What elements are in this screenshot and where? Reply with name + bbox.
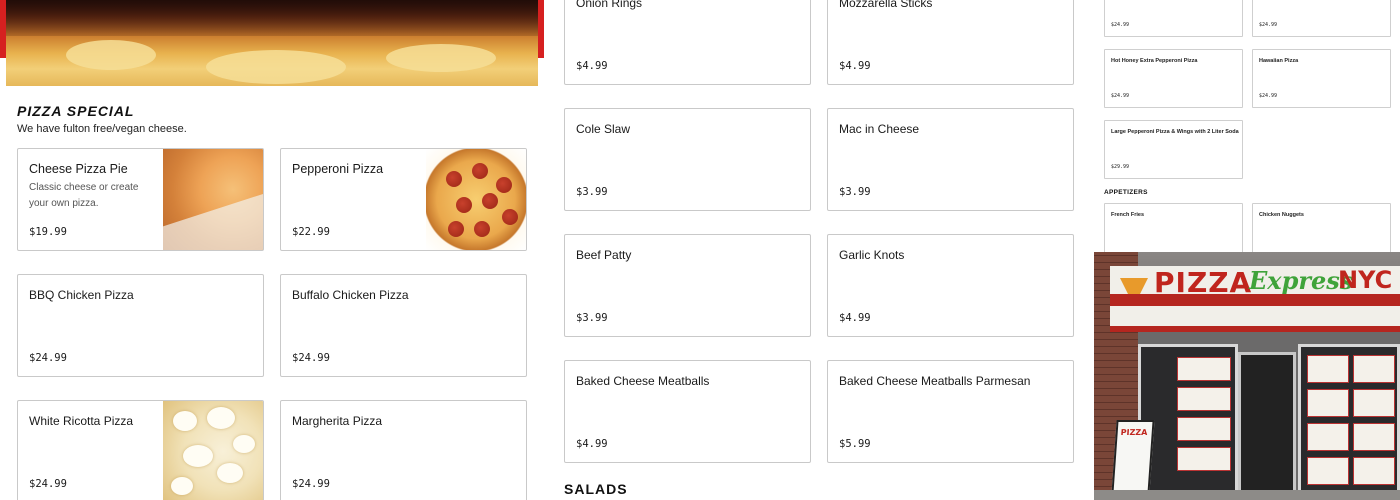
item-name: Onion Rings (576, 0, 643, 10)
item-price: $4.99 (576, 438, 608, 450)
item-name: Large Pepperoni Pizza & Wings with 2 Lit… (1111, 129, 1239, 135)
item-price: $3.99 (576, 312, 608, 324)
right-window (1298, 344, 1400, 500)
pepperoni-pizza-photo (426, 149, 526, 250)
item-price: $24.99 (1111, 22, 1130, 28)
item-name: Cheese Pizza Pie (29, 162, 128, 176)
sidewalk-sign: PIZZA (1111, 420, 1155, 494)
item-price: $4.99 (576, 60, 608, 72)
item-price: $24.99 (1259, 93, 1278, 99)
item-price: $3.99 (839, 186, 871, 198)
cheese-pizza-photo (163, 149, 263, 250)
menu-item-baked-cheese-meatballs-parmesan[interactable]: Baked Cheese Meatballs Parmesan $5.99 (827, 360, 1074, 463)
menu-item-margherita-pizza[interactable]: Margherita Pizza $24.99 (280, 400, 527, 500)
menu-item-cole-slaw[interactable]: Cole Slaw $3.99 (564, 108, 811, 211)
item-name: Buffalo Chicken Pizza (292, 288, 409, 302)
item-description: Classic cheese or create your own pizza. (29, 182, 139, 209)
small-item-hawaiian-pizza[interactable]: Hawaiian Pizza $24.99 (1252, 49, 1391, 108)
item-price: $3.99 (576, 186, 608, 198)
item-price: $22.99 (292, 226, 330, 238)
menu-item-buffalo-chicken-pizza[interactable]: Buffalo Chicken Pizza $24.99 (280, 274, 527, 377)
item-price: $24.99 (29, 352, 67, 364)
item-price: $4.99 (839, 312, 871, 324)
small-item-card[interactable]: $24.99 (1104, 0, 1243, 37)
hero-banner (0, 0, 544, 86)
white-pizza-photo (163, 401, 263, 500)
hero-pizza-image (6, 0, 538, 86)
item-name: Margherita Pizza (292, 414, 383, 428)
menu-item-white-ricotta-pizza[interactable]: White Ricotta Pizza $24.99 (17, 400, 264, 500)
item-name: Cole Slaw (576, 122, 631, 136)
sign-band (1110, 294, 1400, 306)
menu-item-bbq-chicken-pizza[interactable]: BBQ Chicken Pizza $24.99 (17, 274, 264, 377)
item-name: Chicken Nuggets (1259, 212, 1304, 218)
item-price: $5.99 (839, 438, 871, 450)
item-name: Hawaiian Pizza (1259, 58, 1299, 64)
section-title-appetizers: APPETIZERS (1104, 189, 1148, 196)
menu-item-pepperoni-pizza[interactable]: Pepperoni Pizza $22.99 (280, 148, 527, 251)
item-name: Baked Cheese Meatballs (576, 374, 710, 388)
menu-item-garlic-knots[interactable]: Garlic Knots $4.99 (827, 234, 1074, 337)
item-price: $24.99 (29, 478, 67, 490)
sign-city: NYC (1338, 266, 1393, 294)
section-title-pizza-special: PIZZA SPECIAL (17, 103, 135, 119)
item-name: French Fries (1111, 212, 1145, 218)
item-name: Garlic Knots (839, 248, 905, 262)
item-name: BBQ Chicken Pizza (29, 288, 134, 302)
item-name: Mozzarella Sticks (839, 0, 933, 10)
small-item-hot-honey-pepperoni[interactable]: Hot Honey Extra Pepperoni Pizza $24.99 (1104, 49, 1243, 108)
menu-item-onion-rings[interactable]: Onion Rings $4.99 (564, 0, 811, 85)
item-price: $24.99 (292, 352, 330, 364)
sidewalk-sign-text: PIZZA (1120, 428, 1148, 437)
item-name: Mac in Cheese (839, 122, 920, 136)
item-name: Pepperoni Pizza (292, 162, 384, 176)
section-title-salads: SALADS (564, 481, 628, 497)
menu-item-beef-patty[interactable]: Beef Patty $3.99 (564, 234, 811, 337)
item-name: White Ricotta Pizza (29, 414, 134, 428)
item-price: $4.99 (839, 60, 871, 72)
storefront-photo: PIZZA Express NYC PIZZA (1094, 252, 1400, 500)
item-name: Baked Cheese Meatballs Parmesan (839, 374, 1031, 388)
item-name: Hot Honey Extra Pepperoni Pizza (1111, 58, 1198, 64)
menu-item-cheese-pizza-pie[interactable]: Cheese Pizza Pie Classic cheese or creat… (17, 148, 264, 251)
menu-item-mozzarella-sticks[interactable]: Mozzarella Sticks $4.99 (827, 0, 1074, 85)
item-price: $24.99 (292, 478, 330, 490)
small-item-pepperoni-wings-combo[interactable]: Large Pepperoni Pizza & Wings with 2 Lit… (1104, 120, 1243, 179)
menu-item-mac-in-cheese[interactable]: Mac in Cheese $3.99 (827, 108, 1074, 211)
small-item-card[interactable]: $24.99 (1252, 0, 1391, 37)
shop-door (1238, 352, 1296, 500)
item-price: $29.99 (1111, 164, 1130, 170)
menu-item-baked-cheese-meatballs[interactable]: Baked Cheese Meatballs $4.99 (564, 360, 811, 463)
item-name: Beef Patty (576, 248, 632, 262)
item-price: $24.99 (1259, 22, 1278, 28)
item-price: $24.99 (1111, 93, 1130, 99)
item-price: $19.99 (29, 226, 67, 238)
section-subtitle: We have fulton free/vegan cheese. (17, 123, 187, 135)
